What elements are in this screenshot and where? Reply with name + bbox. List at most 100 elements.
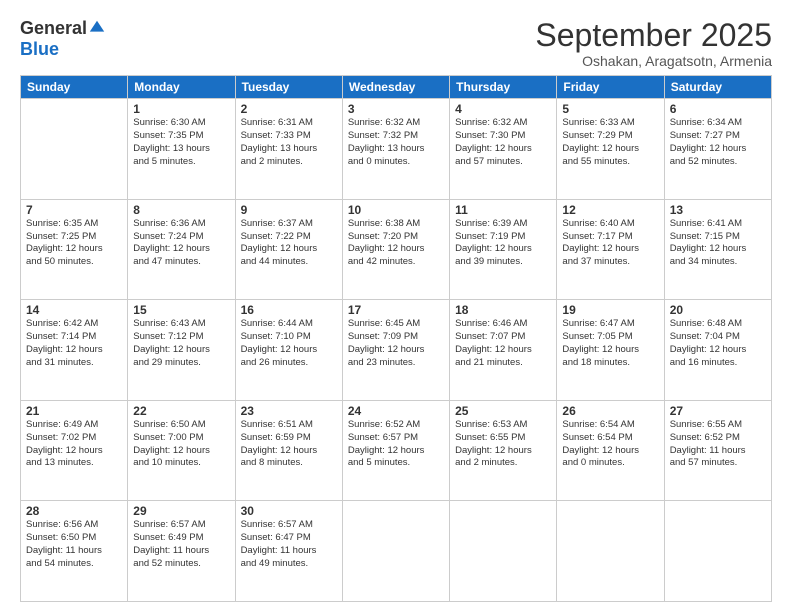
location: Oshakan, Aragatsotn, Armenia: [535, 53, 772, 69]
calendar-cell: 16Sunrise: 6:44 AM Sunset: 7:10 PM Dayli…: [235, 300, 342, 401]
calendar-week-5: 28Sunrise: 6:56 AM Sunset: 6:50 PM Dayli…: [21, 501, 772, 602]
day-number: 24: [348, 404, 444, 418]
calendar-week-2: 7Sunrise: 6:35 AM Sunset: 7:25 PM Daylig…: [21, 199, 772, 300]
calendar-cell: 6Sunrise: 6:34 AM Sunset: 7:27 PM Daylig…: [664, 99, 771, 200]
day-info: Sunrise: 6:45 AM Sunset: 7:09 PM Dayligh…: [348, 318, 444, 369]
calendar-cell: 5Sunrise: 6:33 AM Sunset: 7:29 PM Daylig…: [557, 99, 664, 200]
day-number: 20: [670, 303, 766, 317]
calendar-cell: 9Sunrise: 6:37 AM Sunset: 7:22 PM Daylig…: [235, 199, 342, 300]
day-number: 19: [562, 303, 658, 317]
day-info: Sunrise: 6:57 AM Sunset: 6:47 PM Dayligh…: [241, 519, 337, 570]
header-tuesday: Tuesday: [235, 76, 342, 99]
logo-blue-text: Blue: [20, 39, 59, 60]
header: General Blue September 2025 Oshakan, Ara…: [20, 18, 772, 69]
day-number: 26: [562, 404, 658, 418]
calendar-cell: 27Sunrise: 6:55 AM Sunset: 6:52 PM Dayli…: [664, 400, 771, 501]
day-info: Sunrise: 6:53 AM Sunset: 6:55 PM Dayligh…: [455, 419, 551, 470]
day-number: 9: [241, 203, 337, 217]
day-number: 6: [670, 102, 766, 116]
calendar-cell: 23Sunrise: 6:51 AM Sunset: 6:59 PM Dayli…: [235, 400, 342, 501]
page: General Blue September 2025 Oshakan, Ara…: [0, 0, 792, 612]
day-info: Sunrise: 6:39 AM Sunset: 7:19 PM Dayligh…: [455, 218, 551, 269]
day-info: Sunrise: 6:42 AM Sunset: 7:14 PM Dayligh…: [26, 318, 122, 369]
calendar-cell: 17Sunrise: 6:45 AM Sunset: 7:09 PM Dayli…: [342, 300, 449, 401]
calendar-week-4: 21Sunrise: 6:49 AM Sunset: 7:02 PM Dayli…: [21, 400, 772, 501]
day-info: Sunrise: 6:55 AM Sunset: 6:52 PM Dayligh…: [670, 419, 766, 470]
day-info: Sunrise: 6:48 AM Sunset: 7:04 PM Dayligh…: [670, 318, 766, 369]
day-number: 10: [348, 203, 444, 217]
calendar-table: Sunday Monday Tuesday Wednesday Thursday…: [20, 75, 772, 602]
calendar-cell: 14Sunrise: 6:42 AM Sunset: 7:14 PM Dayli…: [21, 300, 128, 401]
day-info: Sunrise: 6:50 AM Sunset: 7:00 PM Dayligh…: [133, 419, 229, 470]
day-info: Sunrise: 6:32 AM Sunset: 7:32 PM Dayligh…: [348, 117, 444, 168]
day-info: Sunrise: 6:40 AM Sunset: 7:17 PM Dayligh…: [562, 218, 658, 269]
header-saturday: Saturday: [664, 76, 771, 99]
calendar-cell: 1Sunrise: 6:30 AM Sunset: 7:35 PM Daylig…: [128, 99, 235, 200]
header-friday: Friday: [557, 76, 664, 99]
day-number: 28: [26, 504, 122, 518]
calendar-cell: 3Sunrise: 6:32 AM Sunset: 7:32 PM Daylig…: [342, 99, 449, 200]
day-info: Sunrise: 6:33 AM Sunset: 7:29 PM Dayligh…: [562, 117, 658, 168]
day-info: Sunrise: 6:44 AM Sunset: 7:10 PM Dayligh…: [241, 318, 337, 369]
day-number: 18: [455, 303, 551, 317]
logo: General Blue: [20, 18, 106, 60]
day-info: Sunrise: 6:30 AM Sunset: 7:35 PM Dayligh…: [133, 117, 229, 168]
day-number: 17: [348, 303, 444, 317]
day-number: 23: [241, 404, 337, 418]
day-number: 15: [133, 303, 229, 317]
calendar-cell: [342, 501, 449, 602]
weekday-header-row: Sunday Monday Tuesday Wednesday Thursday…: [21, 76, 772, 99]
logo-icon: [88, 19, 106, 37]
day-info: Sunrise: 6:31 AM Sunset: 7:33 PM Dayligh…: [241, 117, 337, 168]
calendar-cell: 21Sunrise: 6:49 AM Sunset: 7:02 PM Dayli…: [21, 400, 128, 501]
calendar-cell: 11Sunrise: 6:39 AM Sunset: 7:19 PM Dayli…: [450, 199, 557, 300]
day-number: 14: [26, 303, 122, 317]
header-monday: Monday: [128, 76, 235, 99]
day-number: 7: [26, 203, 122, 217]
calendar-cell: 4Sunrise: 6:32 AM Sunset: 7:30 PM Daylig…: [450, 99, 557, 200]
calendar-cell: 13Sunrise: 6:41 AM Sunset: 7:15 PM Dayli…: [664, 199, 771, 300]
title-block: September 2025 Oshakan, Aragatsotn, Arme…: [535, 18, 772, 69]
calendar-cell: [664, 501, 771, 602]
calendar-cell: 7Sunrise: 6:35 AM Sunset: 7:25 PM Daylig…: [21, 199, 128, 300]
calendar-cell: 20Sunrise: 6:48 AM Sunset: 7:04 PM Dayli…: [664, 300, 771, 401]
day-info: Sunrise: 6:38 AM Sunset: 7:20 PM Dayligh…: [348, 218, 444, 269]
day-number: 30: [241, 504, 337, 518]
calendar-cell: 30Sunrise: 6:57 AM Sunset: 6:47 PM Dayli…: [235, 501, 342, 602]
calendar-cell: [21, 99, 128, 200]
day-info: Sunrise: 6:57 AM Sunset: 6:49 PM Dayligh…: [133, 519, 229, 570]
calendar-cell: 25Sunrise: 6:53 AM Sunset: 6:55 PM Dayli…: [450, 400, 557, 501]
day-info: Sunrise: 6:32 AM Sunset: 7:30 PM Dayligh…: [455, 117, 551, 168]
calendar-cell: [557, 501, 664, 602]
day-number: 29: [133, 504, 229, 518]
day-info: Sunrise: 6:37 AM Sunset: 7:22 PM Dayligh…: [241, 218, 337, 269]
header-wednesday: Wednesday: [342, 76, 449, 99]
calendar-cell: 24Sunrise: 6:52 AM Sunset: 6:57 PM Dayli…: [342, 400, 449, 501]
calendar-week-3: 14Sunrise: 6:42 AM Sunset: 7:14 PM Dayli…: [21, 300, 772, 401]
calendar-cell: 12Sunrise: 6:40 AM Sunset: 7:17 PM Dayli…: [557, 199, 664, 300]
day-info: Sunrise: 6:41 AM Sunset: 7:15 PM Dayligh…: [670, 218, 766, 269]
day-info: Sunrise: 6:43 AM Sunset: 7:12 PM Dayligh…: [133, 318, 229, 369]
day-number: 13: [670, 203, 766, 217]
calendar-cell: 2Sunrise: 6:31 AM Sunset: 7:33 PM Daylig…: [235, 99, 342, 200]
calendar-cell: [450, 501, 557, 602]
header-sunday: Sunday: [21, 76, 128, 99]
day-info: Sunrise: 6:34 AM Sunset: 7:27 PM Dayligh…: [670, 117, 766, 168]
calendar-cell: 29Sunrise: 6:57 AM Sunset: 6:49 PM Dayli…: [128, 501, 235, 602]
month-title: September 2025: [535, 18, 772, 53]
day-number: 2: [241, 102, 337, 116]
calendar-cell: 22Sunrise: 6:50 AM Sunset: 7:00 PM Dayli…: [128, 400, 235, 501]
day-number: 5: [562, 102, 658, 116]
day-info: Sunrise: 6:35 AM Sunset: 7:25 PM Dayligh…: [26, 218, 122, 269]
day-number: 16: [241, 303, 337, 317]
day-number: 1: [133, 102, 229, 116]
day-info: Sunrise: 6:56 AM Sunset: 6:50 PM Dayligh…: [26, 519, 122, 570]
day-info: Sunrise: 6:46 AM Sunset: 7:07 PM Dayligh…: [455, 318, 551, 369]
day-number: 4: [455, 102, 551, 116]
day-info: Sunrise: 6:52 AM Sunset: 6:57 PM Dayligh…: [348, 419, 444, 470]
calendar-cell: 8Sunrise: 6:36 AM Sunset: 7:24 PM Daylig…: [128, 199, 235, 300]
calendar-cell: 26Sunrise: 6:54 AM Sunset: 6:54 PM Dayli…: [557, 400, 664, 501]
calendar-cell: 19Sunrise: 6:47 AM Sunset: 7:05 PM Dayli…: [557, 300, 664, 401]
calendar-week-1: 1Sunrise: 6:30 AM Sunset: 7:35 PM Daylig…: [21, 99, 772, 200]
day-number: 22: [133, 404, 229, 418]
